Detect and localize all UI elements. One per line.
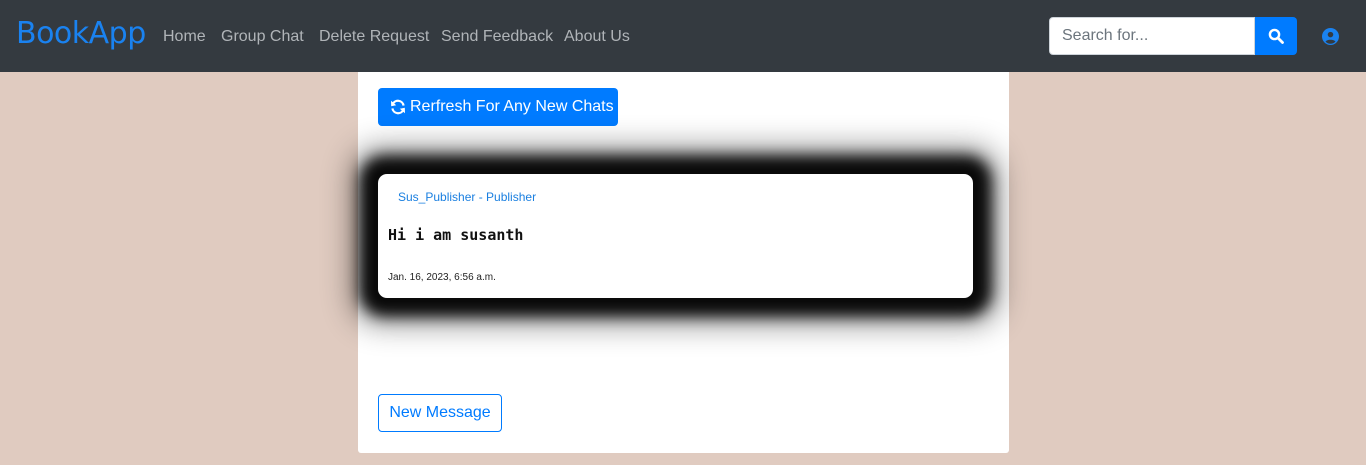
navbar: BookApp Home Group Chat Delete Request S… (0, 0, 1366, 72)
brand-logo[interactable]: BookApp (16, 14, 146, 54)
user-circle-icon[interactable] (1322, 28, 1339, 45)
message-timestamp: Jan. 16, 2023, 6:56 a.m. (388, 272, 496, 283)
refresh-icon (391, 99, 405, 115)
search-input[interactable] (1049, 17, 1255, 55)
message-author[interactable]: Sus_Publisher - Publisher (398, 190, 536, 204)
chat-message-card: Sus_Publisher - Publisher Hi i am susant… (378, 174, 973, 298)
nav-link-delete-request[interactable]: Delete Request (319, 26, 429, 48)
search-button[interactable] (1255, 17, 1297, 55)
refresh-chats-button[interactable]: Rerfresh For Any New Chats (378, 88, 618, 126)
search-icon (1268, 28, 1284, 44)
nav-link-group-chat[interactable]: Group Chat (221, 26, 304, 48)
nav-link-home[interactable]: Home (163, 26, 206, 48)
refresh-chats-label: Rerfresh For Any New Chats (410, 98, 614, 115)
new-message-button[interactable]: New Message (378, 394, 502, 432)
chat-panel: Rerfresh For Any New Chats Sus_Publisher… (358, 72, 1009, 453)
nav-link-send-feedback[interactable]: Send Feedback (441, 26, 553, 48)
nav-link-about-us[interactable]: About Us (564, 26, 630, 48)
message-text: Hi i am susanth (388, 226, 524, 244)
